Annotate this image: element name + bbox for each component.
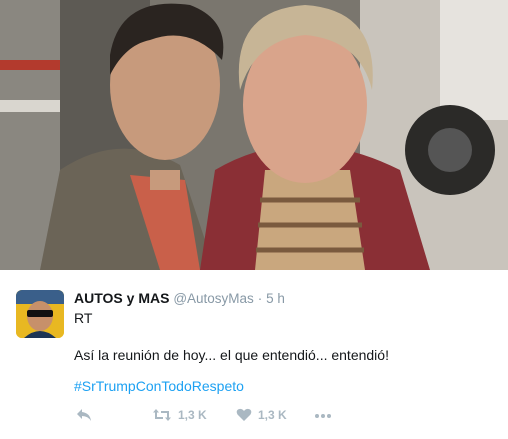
tweet-photo[interactable] [0,0,508,270]
tweet-text-line-2: Así la reunión de hoy... el que entendió… [74,347,389,363]
separator: · [257,291,263,306]
tweet: AUTOS y MAS @AutosyMas · 5 h RT Así la r… [0,270,508,439]
display-name[interactable]: AUTOS y MAS [74,290,169,306]
like-button[interactable]: 1,3 K [236,408,287,422]
reply-icon [77,409,91,421]
tweet-actions: 1,3 K 1,3 K [74,408,374,428]
more-dots-icon [315,414,331,418]
retweet-icon [153,409,171,421]
timestamp[interactable]: 5 h [266,291,285,306]
photo-image [0,0,508,270]
retweet-count: 1,3 K [178,408,207,422]
reply-button[interactable] [76,408,92,422]
tweet-text-line-1: RT [74,310,93,326]
like-count: 1,3 K [258,408,287,422]
user-handle[interactable]: @AutosyMas [173,291,253,306]
avatar[interactable] [16,290,64,338]
tweet-header: AUTOS y MAS @AutosyMas · 5 h [74,290,285,306]
more-button[interactable] [314,408,332,422]
hashtag-link[interactable]: #SrTrumpConTodoRespeto [74,378,244,394]
avatar-image [16,290,64,338]
retweet-button[interactable]: 1,3 K [152,408,207,422]
heart-icon [236,408,252,421]
